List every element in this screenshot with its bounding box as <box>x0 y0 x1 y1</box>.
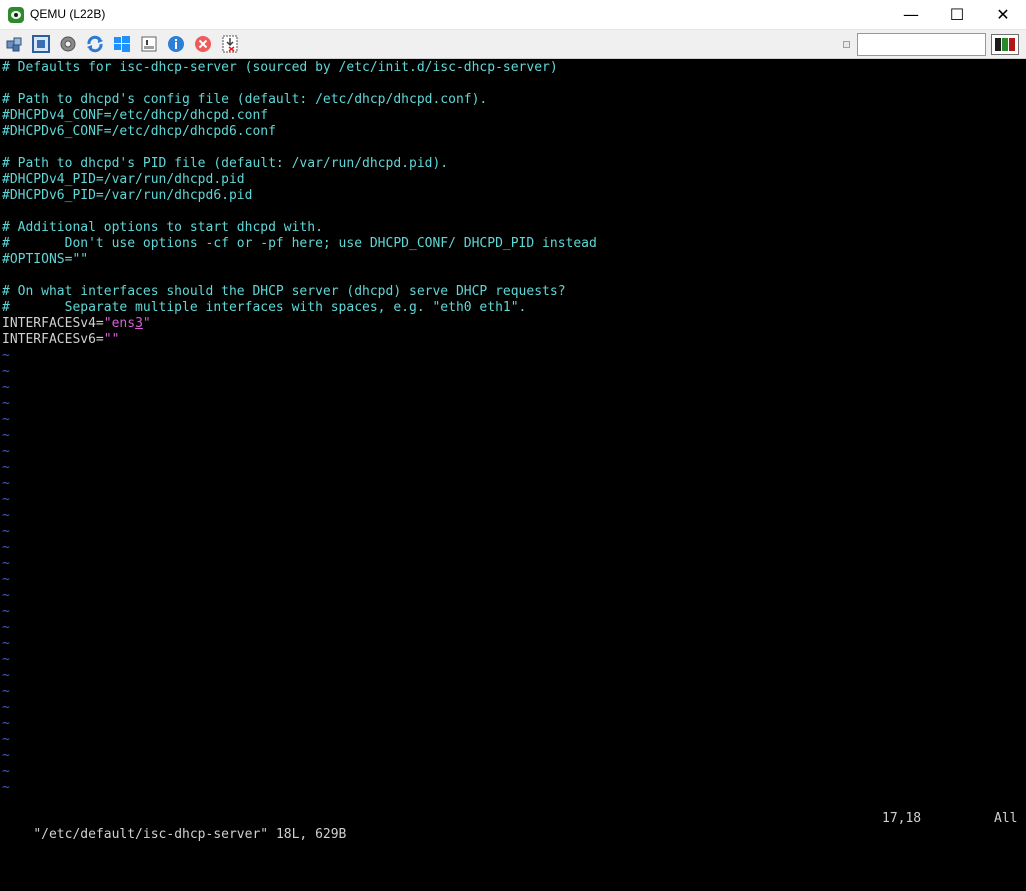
editor-line: #OPTIONS="" <box>2 252 88 268</box>
editor-line: # Defaults for isc-dhcp-server (sourced … <box>2 60 558 76</box>
tilde-marker: ~ <box>2 764 10 779</box>
tilde-marker: ~ <box>2 748 10 763</box>
tilde-marker: ~ <box>2 684 10 699</box>
qemu-app-icon <box>8 7 24 23</box>
editor-text-segment: INTERFACESv4= <box>2 316 104 331</box>
status-cursor-position: 17,18 <box>882 811 922 826</box>
editor-text-segment: "" <box>103 332 120 347</box>
console-icon[interactable] <box>140 35 158 53</box>
tilde-marker: ~ <box>2 396 10 411</box>
editor-text-segment: # Defaults for isc-dhcp-server (sourced … <box>2 60 558 75</box>
editor-line: INTERFACESv6="" <box>2 332 119 348</box>
tilde-marker: ~ <box>2 604 10 619</box>
tilde-marker: ~ <box>2 540 10 555</box>
tilde-marker: ~ <box>2 716 10 731</box>
tilde-marker: ~ <box>2 572 10 587</box>
editor-text-segment: # Don't use options -cf or -pf here; use… <box>2 236 597 251</box>
editor-line: #DHCPDv4_CONF=/etc/dhcp/dhcpd.conf <box>2 108 268 124</box>
editor-text-segment: 3 <box>135 316 143 331</box>
tilde-marker: ~ <box>2 460 10 475</box>
network-icon[interactable] <box>5 35 23 53</box>
window-title: QEMU (L22B) <box>30 7 106 21</box>
vim-status-line: "/etc/default/isc-dhcp-server" 18L, 629B… <box>2 811 1022 842</box>
tilde-marker: ~ <box>2 780 10 795</box>
editor-line: INTERFACESv4="ens3" <box>2 316 151 332</box>
tilde-marker: ~ <box>2 620 10 635</box>
editor-text-segment: #DHCPDv4_CONF=/etc/dhcp/dhcpd.conf <box>2 108 269 123</box>
tilde-marker: ~ <box>2 588 10 603</box>
editor-line: # Path to dhcpd's PID file (default: /va… <box>2 156 448 172</box>
tilde-marker: ~ <box>2 412 10 427</box>
terminal-screen[interactable]: # Defaults for isc-dhcp-server (sourced … <box>0 59 1026 842</box>
tilde-marker: ~ <box>2 652 10 667</box>
tilde-marker: ~ <box>2 636 10 651</box>
editor-text-segment: # Additional options to start dhcpd with… <box>2 220 323 235</box>
tilde-marker: ~ <box>2 556 10 571</box>
title-bar: QEMU (L22B) — ☐ ✕ <box>0 0 1026 30</box>
tilde-marker: ~ <box>2 668 10 683</box>
editor-text-segment: "ens <box>103 316 136 331</box>
editor-text-segment: INTERFACESv6= <box>2 332 104 347</box>
tilde-marker: ~ <box>2 348 10 363</box>
windows-icon[interactable] <box>113 35 131 53</box>
editor-line: #DHCPDv6_PID=/var/run/dhcpd6.pid <box>2 188 252 204</box>
editor-text-segment: # Separate multiple interfaces with spac… <box>2 300 527 315</box>
toolbar <box>0 30 1026 59</box>
settings-icon[interactable] <box>59 35 77 53</box>
editor-line: # Separate multiple interfaces with spac… <box>2 300 526 316</box>
maximize-button[interactable]: ☐ <box>934 0 980 30</box>
status-file-info: "/etc/default/isc-dhcp-server" 18L, 629B <box>33 827 347 842</box>
toolbar-grip[interactable] <box>843 41 850 48</box>
editor-text-segment: #DHCPDv6_PID=/var/run/dhcpd6.pid <box>2 188 253 203</box>
editor-line: #DHCPDv6_CONF=/etc/dhcp/dhcpd6.conf <box>2 124 276 140</box>
tilde-marker: ~ <box>2 732 10 747</box>
editor-text-segment: # Path to dhcpd's config file (default: … <box>2 92 488 107</box>
tilde-marker: ~ <box>2 700 10 715</box>
editor-text-segment: " <box>142 316 151 331</box>
fullscreen-icon[interactable] <box>32 35 50 53</box>
editor-line: # Don't use options -cf or -pf here; use… <box>2 236 597 252</box>
editor-text-segment: # On what interfaces should the DHCP ser… <box>2 284 566 299</box>
tilde-marker: ~ <box>2 364 10 379</box>
close-button[interactable]: ✕ <box>980 0 1026 30</box>
tilde-marker: ~ <box>2 428 10 443</box>
tilde-marker: ~ <box>2 380 10 395</box>
toolbar-input[interactable] <box>857 33 986 56</box>
editor-text-segment: #DHCPDv4_PID=/var/run/dhcpd.pid <box>2 172 245 187</box>
status-scroll-indicator: All <box>994 811 1018 826</box>
editor-text-segment: # Path to dhcpd's PID file (default: /va… <box>2 156 449 171</box>
editor-line: # Additional options to start dhcpd with… <box>2 220 323 236</box>
editor-line: # Path to dhcpd's config file (default: … <box>2 92 487 108</box>
info-icon[interactable] <box>167 35 185 53</box>
editor-line: #DHCPDv4_PID=/var/run/dhcpd.pid <box>2 172 245 188</box>
tilde-marker: ~ <box>2 508 10 523</box>
refresh-icon[interactable] <box>86 35 104 53</box>
screenshot-icon[interactable] <box>221 35 239 53</box>
tilde-marker: ~ <box>2 444 10 459</box>
tilde-marker: ~ <box>2 476 10 491</box>
minimize-button[interactable]: — <box>888 0 934 30</box>
editor-text-segment: #OPTIONS="" <box>2 252 89 267</box>
editor-text-segment: #DHCPDv6_CONF=/etc/dhcp/dhcpd6.conf <box>2 124 276 139</box>
editor-line: # On what interfaces should the DHCP ser… <box>2 284 566 300</box>
activity-led-icon <box>991 34 1019 55</box>
stop-icon[interactable] <box>194 35 212 53</box>
tilde-marker: ~ <box>2 492 10 507</box>
tilde-marker: ~ <box>2 524 10 539</box>
